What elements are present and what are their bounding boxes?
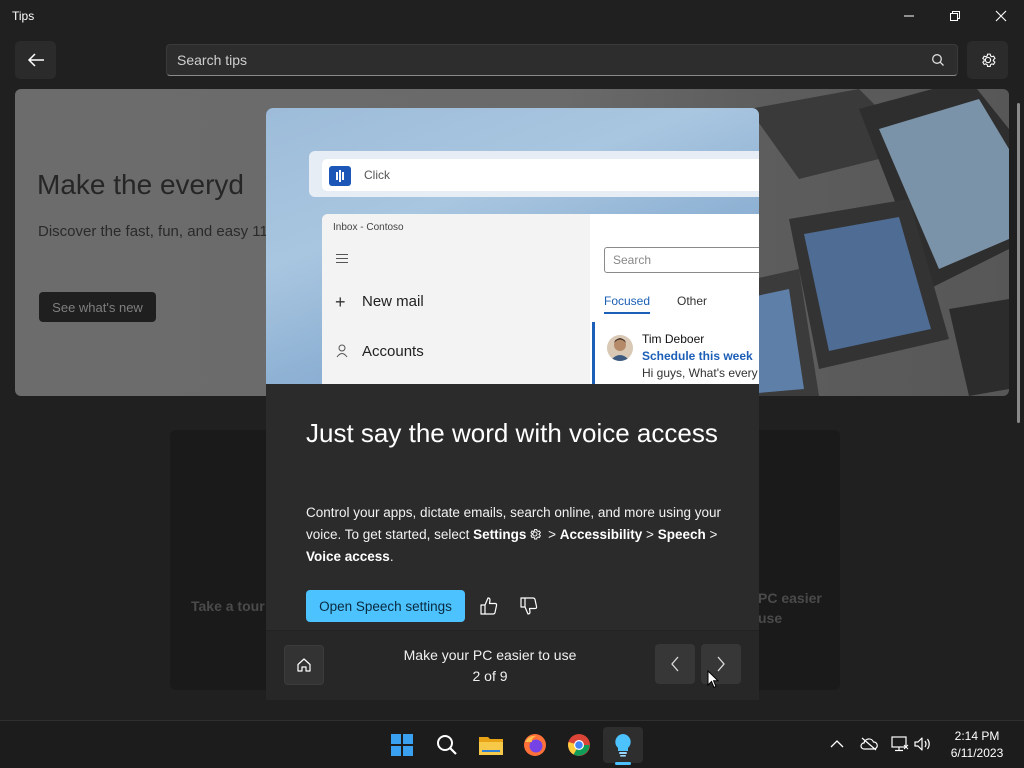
gear-icon [981, 53, 996, 67]
taskbar-search-button[interactable] [427, 727, 467, 763]
mouse-cursor-icon [707, 670, 719, 689]
voice-access-text: Click [364, 168, 390, 182]
hero-title: Make the everyd [37, 169, 244, 200]
mail-tab-focused: Focused [604, 294, 651, 308]
settings-button[interactable] [967, 41, 1008, 79]
mail-tab-other: Other [677, 294, 708, 308]
tips-app-button[interactable] [603, 727, 643, 763]
voice-access-icon [329, 166, 351, 186]
thumbs-up-icon [480, 597, 498, 615]
plus-icon: + [335, 292, 346, 312]
title-bar: Tips [0, 0, 1024, 32]
hero-description: Discover the fast, fun, and easy 11. [38, 223, 273, 240]
mail-sender: Tim Deboer [642, 332, 705, 346]
search-icon [437, 735, 457, 755]
voice-access-label: Voice access [306, 549, 390, 564]
accounts-label: Accounts [362, 343, 424, 360]
file-explorer-icon [479, 737, 503, 755]
clock-time[interactable]: 2:14 PM [946, 729, 1008, 743]
gear-icon [530, 528, 542, 540]
avatar [607, 335, 633, 361]
start-icon [391, 734, 413, 756]
clock-date[interactable]: 6/11/2023 [946, 746, 1008, 760]
mail-window: Inbox - Contoso + New mail Accounts Sear… [322, 214, 759, 384]
file-explorer-button[interactable] [471, 727, 511, 763]
mail-subject: Schedule this week [642, 349, 753, 363]
chrome-icon [568, 734, 590, 756]
dialog-footer: Make your PC easier to use 2 of 9 [266, 630, 759, 700]
speech-label: Speech [657, 527, 706, 542]
close-button[interactable] [978, 0, 1024, 32]
background-card-label: Take a tour [191, 598, 265, 614]
search-input[interactable] [177, 45, 917, 75]
active-app-indicator [615, 762, 631, 765]
see-whats-new-button[interactable]: See what's new [39, 292, 156, 322]
tip-dialog: Click Inbox - Contoso + New mail Account… [266, 108, 759, 700]
accessibility-label: Accessibility [559, 527, 643, 542]
cloud-offline-icon [860, 737, 878, 751]
person-icon [336, 344, 348, 358]
back-button[interactable] [15, 41, 56, 79]
hamburger-icon [336, 254, 348, 266]
network-button[interactable] [891, 735, 909, 753]
onedrive-button[interactable] [860, 735, 878, 753]
thumbs-up-button[interactable] [477, 594, 501, 618]
page-indicator: 2 of 9 [472, 668, 508, 684]
mail-preview: Hi guys, What's every [642, 366, 758, 380]
arrow-left-icon [27, 53, 44, 67]
mail-inbox-label: Inbox - Contoso [333, 222, 404, 233]
start-button[interactable] [382, 727, 422, 763]
thumbs-down-icon [520, 597, 538, 615]
mail-search-field: Search [604, 247, 759, 273]
restore-button[interactable] [932, 0, 978, 32]
speaker-icon [914, 737, 930, 751]
collection-title: Make your PC easier to use [403, 647, 577, 663]
previous-button[interactable] [655, 644, 695, 684]
minimize-icon [904, 15, 914, 17]
search-icon[interactable] [931, 53, 945, 67]
new-mail-label: New mail [362, 293, 424, 310]
chrome-button[interactable] [559, 727, 599, 763]
restore-icon [950, 11, 960, 21]
minimize-button[interactable] [886, 0, 932, 32]
chevron-left-icon [671, 656, 679, 672]
mail-message-item: Tim Deboer Schedule this week Hi guys, W… [592, 322, 759, 384]
firefox-button[interactable] [515, 727, 555, 763]
tip-title: Just say the word with voice access [306, 418, 718, 448]
app-title: Tips [12, 9, 35, 23]
open-speech-settings-button[interactable]: Open Speech settings [306, 590, 465, 622]
show-hidden-icons-button[interactable] [828, 735, 846, 753]
thumbs-down-button[interactable] [517, 594, 541, 618]
background-card-label: PC easier use [758, 590, 822, 626]
voice-access-bar: Click [309, 151, 759, 197]
tip-illustration: Click Inbox - Contoso + New mail Account… [266, 108, 759, 384]
taskbar: 2:14 PM 6/11/2023 [0, 720, 1024, 768]
close-icon [995, 10, 1007, 22]
tip-body: Control your apps, dictate emails, searc… [306, 505, 721, 564]
scrollbar-thumb[interactable] [1017, 103, 1020, 423]
chevron-up-icon [830, 740, 844, 748]
network-icon [891, 736, 909, 752]
tips-icon [615, 734, 631, 757]
volume-button[interactable] [914, 735, 932, 753]
settings-label: Settings [473, 527, 527, 542]
firefox-icon [524, 734, 546, 756]
search-box[interactable] [166, 44, 958, 76]
